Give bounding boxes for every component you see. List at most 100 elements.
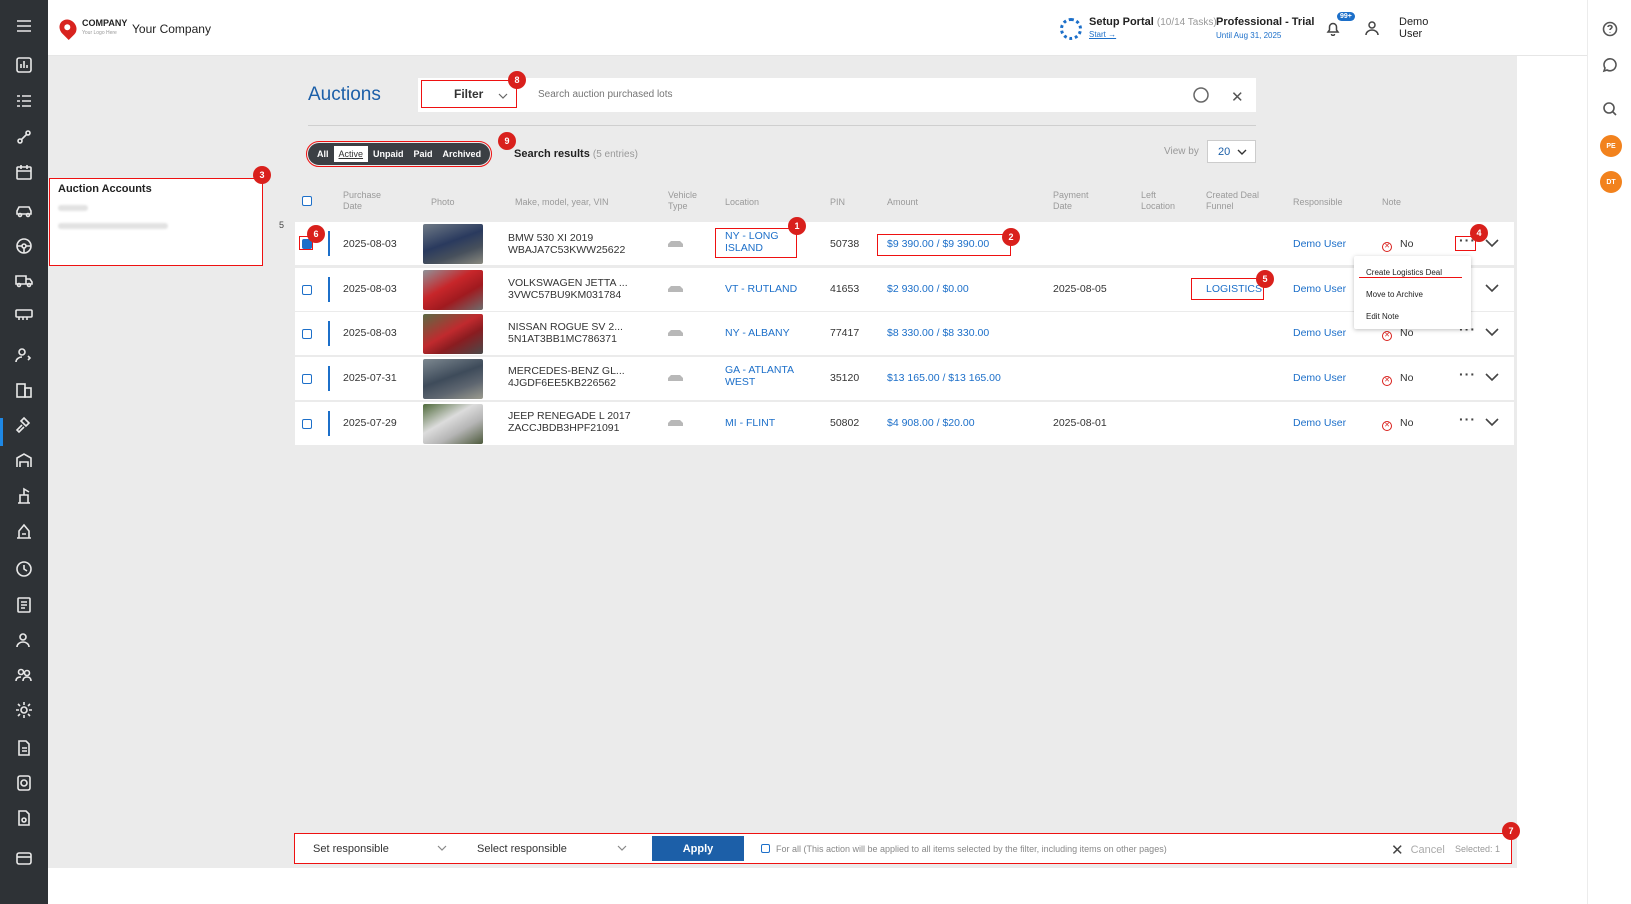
gear-icon[interactable] xyxy=(12,698,36,722)
vehicle-photo[interactable] xyxy=(423,359,483,399)
user-avatar-icon[interactable] xyxy=(1364,20,1380,39)
list-icon[interactable] xyxy=(12,89,36,113)
logo-pin-icon xyxy=(55,15,81,41)
blurred-account-name[interactable] xyxy=(58,205,88,211)
row-checkbox[interactable] xyxy=(302,285,312,295)
vehicle-photo[interactable] xyxy=(423,224,483,264)
setup-start-link[interactable]: Start → xyxy=(1089,30,1217,39)
menu-edit-note[interactable]: Edit Note xyxy=(1366,312,1399,321)
close-icon[interactable]: ✕ xyxy=(1231,88,1244,106)
location-link[interactable]: MI - FLINT xyxy=(725,417,775,429)
search-icon[interactable] xyxy=(1598,97,1622,121)
responsible-link[interactable]: Demo User xyxy=(1293,327,1346,339)
tab-active[interactable]: Active xyxy=(333,146,369,162)
location-link[interactable]: NY - ALBANY xyxy=(725,327,790,339)
amount-link[interactable]: $4 908.00 / $20.00 xyxy=(887,417,975,429)
amount-link[interactable]: $8 330.00 / $8 330.00 xyxy=(887,327,989,339)
route-icon[interactable] xyxy=(12,125,36,149)
tab-archived[interactable]: Archived xyxy=(438,146,487,162)
chevron-down-icon xyxy=(498,89,508,103)
vehicle-photo[interactable] xyxy=(423,314,483,354)
dashboard-icon[interactable] xyxy=(12,53,36,77)
chevron-down-icon[interactable] xyxy=(1485,418,1499,430)
location-link[interactable]: GA - ATLANTA WEST xyxy=(725,364,794,388)
tab-paid[interactable]: Paid xyxy=(409,146,438,162)
responsible-link[interactable]: Demo User xyxy=(1293,417,1346,429)
warehouse-icon[interactable] xyxy=(12,448,36,472)
table-row[interactable]: 2025-08-03 NISSAN ROGUE SV 2... 5N1AT3BB1… xyxy=(295,312,1514,355)
set-responsible-select[interactable]: Set responsible xyxy=(313,843,463,855)
chevron-down-icon[interactable] xyxy=(1485,373,1499,385)
company-logo[interactable]: COMPANY Your Logo Here xyxy=(55,15,127,41)
menu-move-to-archive[interactable]: Move to Archive xyxy=(1366,290,1423,299)
tab-unpaid[interactable]: Unpaid xyxy=(368,146,409,162)
port-icon[interactable] xyxy=(12,519,36,543)
person-settings-icon[interactable] xyxy=(12,343,36,367)
cancel-button[interactable]: ✕ Cancel xyxy=(1391,841,1445,859)
view-by-select[interactable]: 20 xyxy=(1207,140,1256,163)
user-name[interactable]: Demo User xyxy=(1399,16,1439,40)
filter-button[interactable]: Filter xyxy=(421,80,517,108)
logo-subtext: Your Logo Here xyxy=(82,30,117,36)
crane-icon[interactable] xyxy=(12,484,36,508)
table-row[interactable]: 2025-07-29 JEEP RENEGADE L 2017 ZACCJBDB3… xyxy=(295,402,1514,445)
table-row[interactable]: 2025-07-31 MERCEDES-BENZ GL... 4JGDF6EE5K… xyxy=(295,357,1514,400)
invoice-icon[interactable] xyxy=(12,736,36,760)
search-icon[interactable] xyxy=(1192,86,1210,107)
blurred-account-email[interactable] xyxy=(58,223,168,229)
history-icon[interactable] xyxy=(12,557,36,581)
menu-create-logistics-deal[interactable]: Create Logistics Deal xyxy=(1366,268,1442,277)
tab-all[interactable]: All xyxy=(312,146,334,162)
more-actions-icon[interactable]: ··· xyxy=(1459,366,1476,382)
user-icon[interactable] xyxy=(12,628,36,652)
payment-date: 2025-08-05 xyxy=(1053,283,1107,295)
car-icon[interactable] xyxy=(12,199,36,223)
row-checkbox[interactable] xyxy=(302,419,312,429)
document-icon[interactable] xyxy=(12,593,36,617)
note[interactable]: ✕ No xyxy=(1382,327,1413,341)
menu-icon[interactable] xyxy=(12,14,36,38)
note[interactable]: ✕ No xyxy=(1382,238,1413,252)
responsible-link[interactable]: Demo User xyxy=(1293,372,1346,384)
truck-icon[interactable] xyxy=(12,269,36,293)
report-icon[interactable] xyxy=(12,806,36,830)
avatar-dt[interactable]: DT xyxy=(1600,171,1622,193)
responsible-link[interactable]: Demo User xyxy=(1293,238,1346,250)
steering-wheel-icon[interactable] xyxy=(12,234,36,258)
vehicle-photo[interactable] xyxy=(423,270,483,310)
chevron-down-icon[interactable] xyxy=(1485,239,1499,251)
chevron-down-icon[interactable] xyxy=(1485,284,1499,296)
vehicle-photo[interactable] xyxy=(423,404,483,444)
amount-link[interactable]: $2 930.00 / $0.00 xyxy=(887,283,969,295)
select-responsible-select[interactable]: Select responsible xyxy=(477,843,627,855)
row-checkbox[interactable] xyxy=(302,329,312,339)
more-actions-icon[interactable]: ··· xyxy=(1459,411,1476,427)
note[interactable]: ✕ No xyxy=(1382,372,1413,386)
receipt-icon[interactable] xyxy=(12,771,36,795)
table-row[interactable]: 2025-08-03 VOLKSWAGEN JETTA ... 3VWC57BU9… xyxy=(295,268,1514,311)
calendar-icon[interactable] xyxy=(12,160,36,184)
plan-info[interactable]: Professional - Trial Until Aug 31, 2025 xyxy=(1216,16,1314,40)
buildings-icon[interactable] xyxy=(12,378,36,402)
chat-icon[interactable] xyxy=(1598,53,1622,77)
select-all-checkbox[interactable] xyxy=(302,196,312,206)
archive-icon[interactable] xyxy=(12,846,36,870)
apply-button[interactable]: Apply xyxy=(652,836,744,861)
col-make: Make, model, year, VIN xyxy=(515,197,609,207)
gavel-icon[interactable] xyxy=(12,413,36,437)
help-icon[interactable] xyxy=(1598,17,1622,41)
avatar-pe[interactable]: PE xyxy=(1600,135,1622,157)
setup-portal[interactable]: Setup Portal (10/14 Tasks) Start → xyxy=(1060,16,1217,40)
amount-link[interactable]: $13 165.00 / $13 165.00 xyxy=(887,372,1001,384)
note[interactable]: ✕ No xyxy=(1382,417,1413,431)
row-checkbox[interactable] xyxy=(302,374,312,384)
responsible-link[interactable]: Demo User xyxy=(1293,283,1346,295)
search-input[interactable] xyxy=(538,89,1138,100)
for-all-option[interactable]: For all (This action will be applied to … xyxy=(761,844,1167,854)
notifications-bell-icon[interactable]: 99+ xyxy=(1325,12,1355,38)
for-all-checkbox[interactable] xyxy=(761,844,770,853)
chevron-down-icon[interactable] xyxy=(1485,328,1499,340)
location-link[interactable]: VT - RUTLAND xyxy=(725,283,797,295)
carrier-icon[interactable] xyxy=(12,303,36,327)
users-icon[interactable] xyxy=(12,663,36,687)
